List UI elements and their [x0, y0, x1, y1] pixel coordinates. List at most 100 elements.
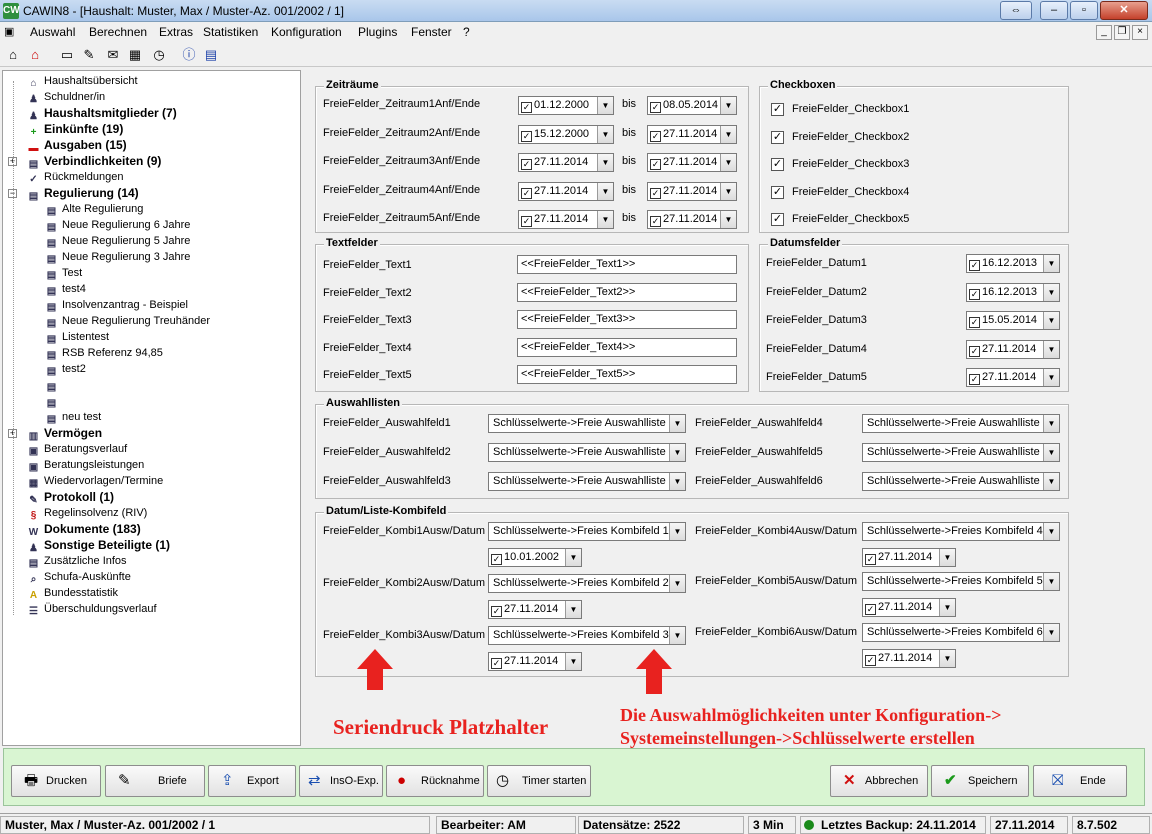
tree-item[interactable]: A Bundesstatistik — [27, 585, 118, 601]
checkbox[interactable]: ✓ — [771, 213, 784, 226]
date-enable-checkbox[interactable]: ✓ — [650, 130, 661, 142]
datum-date-picker[interactable]: ✓ 27.11.2014 ▼ — [966, 368, 1060, 387]
datum-date-picker[interactable]: ✓ 15.05.2014 ▼ — [966, 311, 1060, 330]
chevron-down-icon[interactable]: ▼ — [597, 182, 613, 200]
switch-window-button[interactable]: ⇔ — [1000, 1, 1032, 20]
menu-extras[interactable]: Extras — [159, 25, 193, 39]
briefe-button[interactable]: ✎ Briefe — [105, 765, 205, 797]
auswahl-dropdown[interactable]: Schlüsselwerte->Freie Auswahlliste 4 ▼ — [862, 414, 1060, 433]
mail-icon[interactable]: ✉ — [104, 46, 122, 64]
tree-item[interactable]: ▤ Insolvenzantrag - Beispiel — [45, 297, 188, 313]
mdi-restore-button[interactable]: ❐ — [1114, 25, 1130, 40]
date-enable-checkbox[interactable]: ✓ — [491, 658, 502, 669]
tree-item[interactable]: ▦ Wiedervorlagen/Termine — [27, 473, 163, 489]
zeitraum-to-date[interactable]: ✓ 27.11.2014 ▼ — [647, 124, 737, 144]
tree-item[interactable]: ▤ Listentest — [45, 329, 109, 345]
date-enable-checkbox[interactable]: ✓ — [521, 130, 532, 142]
drucken-button[interactable]: 🖶 Drucken — [11, 765, 101, 797]
date-enable-checkbox[interactable]: ✓ — [865, 655, 876, 666]
zeitraum-from-date[interactable]: ✓ 27.11.2014 ▼ — [518, 153, 614, 172]
date-enable-checkbox[interactable]: ✓ — [969, 260, 980, 271]
tree-item[interactable]: ⌕ Schufa-Auskünfte — [27, 569, 131, 585]
chevron-down-icon[interactable]: ▼ — [1043, 415, 1059, 432]
chevron-down-icon[interactable]: ▼ — [1043, 573, 1059, 590]
date-enable-checkbox[interactable]: ✓ — [521, 216, 532, 227]
zeitraum-from-date[interactable]: ✓ 27.11.2014 ▼ — [518, 181, 614, 201]
chevron-down-icon[interactable]: ▼ — [669, 444, 685, 461]
text-field[interactable]: <<FreieFelder_Text2>> — [517, 282, 737, 302]
date-enable-checkbox[interactable]: ✓ — [650, 187, 661, 199]
menu-plugins[interactable]: Plugins — [358, 25, 397, 39]
tree-item[interactable]: ▤ Verbindlichkeiten (9) — [27, 153, 162, 170]
tree-item[interactable]: ▤ Neue Regulierung 5 Jahre — [45, 233, 191, 249]
checkbox[interactable]: ✓ — [771, 103, 784, 116]
minimize-button[interactable]: – — [1040, 1, 1068, 20]
ruecknahme-button[interactable]: ● Rücknahme — [386, 765, 484, 797]
chevron-down-icon[interactable]: ▼ — [597, 125, 613, 143]
clock-icon[interactable]: ◷ — [150, 46, 168, 64]
chevron-down-icon[interactable]: ▼ — [1043, 473, 1059, 490]
monitor-icon[interactable]: ▤ — [202, 46, 220, 64]
kombi-dropdown[interactable]: Schlüsselwerte->Freies Kombifeld 4 ▼ — [862, 522, 1060, 541]
kombi-dropdown[interactable]: Schlüsselwerte->Freies Kombifeld 6 ▼ — [862, 623, 1060, 642]
chevron-down-icon[interactable]: ▼ — [597, 211, 613, 228]
tree-item[interactable]: ▤ neu test — [45, 409, 101, 425]
calendar-edit-icon[interactable]: ▦ — [126, 46, 144, 64]
tree-item[interactable]: ▬ Ausgaben (15) — [27, 137, 127, 154]
speichern-button[interactable]: ✔ Speichern — [931, 765, 1029, 797]
chevron-down-icon[interactable]: ▼ — [720, 182, 736, 200]
menu-konfiguration[interactable]: Konfiguration — [271, 25, 342, 39]
datum-date-picker[interactable]: ✓ 27.11.2014 ▼ — [966, 339, 1060, 359]
tree-item[interactable]: ✎ Protokoll (1) — [27, 489, 114, 506]
date-enable-checkbox[interactable]: ✓ — [521, 187, 532, 199]
edit-note-icon[interactable]: ✎ — [80, 46, 98, 64]
chevron-down-icon[interactable]: ▼ — [720, 211, 736, 228]
zeitraum-from-date[interactable]: ✓ 15.12.2000 ▼ — [518, 124, 614, 144]
tree-item[interactable]: ▤ Zusätzliche Infos — [27, 553, 127, 569]
tree-item[interactable]: ▤ Regulierung (14) — [27, 185, 139, 202]
tree-item[interactable]: § Regelinsolvenz (RIV) — [27, 505, 148, 521]
ende-button[interactable]: ⛝ Ende — [1033, 765, 1127, 797]
tree-item[interactable]: ☰ Überschuldungsverlauf — [27, 601, 157, 617]
kombi-date-picker[interactable]: ✓ 10.01.2002 ▼ — [488, 548, 582, 567]
kombi-dropdown[interactable]: Schlüsselwerte->Freies Kombifeld 1 ▼ — [488, 522, 686, 541]
tree-item[interactable]: ▤ test4 — [45, 281, 86, 297]
mdi-close-button[interactable]: × — [1132, 25, 1148, 40]
house-star-icon[interactable]: ⌂ — [26, 46, 44, 64]
chevron-down-icon[interactable]: ▼ — [1043, 340, 1059, 358]
date-enable-checkbox[interactable]: ✓ — [650, 159, 661, 170]
auswahl-dropdown[interactable]: Schlüsselwerte->Freie Auswahlliste 5 ▼ — [862, 443, 1060, 462]
tree-item[interactable]: W Dokumente (183) — [27, 521, 141, 538]
chevron-down-icon[interactable]: ▼ — [1043, 312, 1059, 329]
menu-berechnen[interactable]: Berechnen — [89, 25, 147, 39]
house-add-icon[interactable]: ⌂ — [4, 46, 22, 64]
date-enable-checkbox[interactable]: ✓ — [521, 102, 532, 113]
date-enable-checkbox[interactable]: ✓ — [865, 604, 876, 615]
zeitraum-to-date[interactable]: ✓ 27.11.2014 ▼ — [647, 181, 737, 201]
kombi-dropdown[interactable]: Schlüsselwerte->Freies Kombifeld 2 ▼ — [488, 574, 686, 593]
chevron-down-icon[interactable]: ▼ — [597, 97, 613, 114]
chevron-down-icon[interactable]: ▼ — [939, 599, 955, 616]
export-button[interactable]: ⇪ Export — [208, 765, 296, 797]
chevron-down-icon[interactable]: ▼ — [565, 601, 581, 618]
close-button[interactable]: ✕ — [1100, 1, 1148, 20]
chevron-down-icon[interactable]: ▼ — [1043, 369, 1059, 386]
menu-auswahl[interactable]: Auswahl — [30, 25, 75, 39]
datum-date-picker[interactable]: ✓ 16.12.2013 ▼ — [966, 254, 1060, 273]
text-field[interactable]: <<FreieFelder_Text1>> — [517, 255, 737, 274]
zeitraum-to-date[interactable]: ✓ 27.11.2014 ▼ — [647, 210, 737, 229]
chevron-down-icon[interactable]: ▼ — [565, 653, 581, 670]
chevron-down-icon[interactable]: ▼ — [1043, 624, 1059, 641]
chevron-down-icon[interactable]: ▼ — [939, 549, 955, 566]
tree-item[interactable]: ▤ Test — [45, 265, 82, 281]
kombi-date-picker[interactable]: ✓ 27.11.2014 ▼ — [488, 600, 582, 619]
menu-fenster[interactable]: Fenster — [411, 25, 452, 39]
chevron-down-icon[interactable]: ▼ — [669, 627, 685, 644]
chevron-down-icon[interactable]: ▼ — [669, 415, 685, 432]
chevron-down-icon[interactable]: ▼ — [1043, 523, 1059, 540]
kombi-dropdown[interactable]: Schlüsselwerte->Freies Kombifeld 3 ▼ — [488, 626, 686, 645]
datum-date-picker[interactable]: ✓ 16.12.2013 ▼ — [966, 282, 1060, 302]
mdi-minimize-button[interactable]: _ — [1096, 25, 1112, 40]
chevron-down-icon[interactable]: ▼ — [597, 154, 613, 171]
tree-item[interactable]: ▥ Vermögen — [27, 425, 102, 442]
